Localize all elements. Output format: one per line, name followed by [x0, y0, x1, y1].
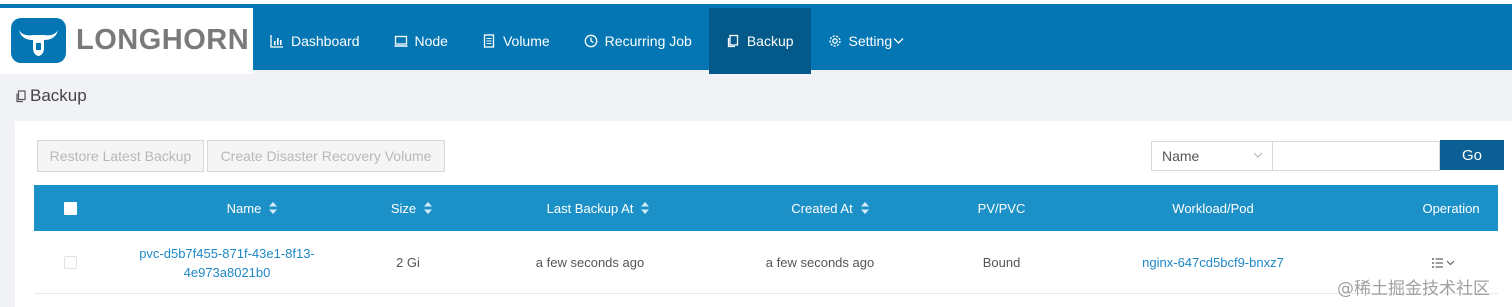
top-header: LONGHORN Dashboard Node Volume Recurring… — [0, 0, 1512, 74]
watermark-text: @稀土掘金技术社区 — [1337, 279, 1490, 299]
nav-item-recurring-job[interactable]: Recurring Job — [567, 8, 709, 74]
column-header-size[interactable]: Size — [354, 185, 469, 231]
go-button[interactable]: Go — [1440, 140, 1504, 170]
pv-pvc-status-cell: Bound — [982, 255, 1021, 270]
column-header-pv-pvc: PV/PVC — [977, 200, 1026, 216]
created-at-cell: a few seconds ago — [765, 255, 875, 270]
column-header-label: Created At — [791, 200, 853, 216]
nav-item-label: Setting — [848, 33, 893, 49]
filter-select[interactable]: Name — [1151, 141, 1273, 171]
column-header-last-backup-at[interactable]: Last Backup At — [492, 185, 704, 231]
backup-name-line1: pvc-d5b7f455-871f-43e1-8f13- — [139, 245, 315, 261]
monitor-icon — [394, 35, 407, 47]
copy-icon — [727, 34, 738, 48]
sort-icon — [860, 202, 869, 214]
table-row: pvc-d5b7f455-871f-43e1-8f13- 4e973a8021b… — [34, 231, 1498, 294]
restore-latest-backup-button[interactable]: Restore Latest Backup — [37, 140, 204, 172]
clock-icon — [584, 34, 598, 48]
nav-item-volume[interactable]: Volume — [465, 8, 567, 74]
column-header-name[interactable]: Name — [160, 185, 344, 231]
page-title: Backup — [15, 86, 87, 106]
nav-item-label: Recurring Job — [604, 33, 692, 49]
nav-item-label: Volume — [502, 33, 550, 49]
select-all-checkbox[interactable] — [64, 202, 77, 215]
nav-item-backup[interactable]: Backup — [708, 8, 811, 74]
nav-item-setting[interactable]: Setting — [811, 8, 922, 74]
column-header-workload-pod: Workload/Pod — [1172, 200, 1254, 216]
workload-pod-link[interactable]: nginx-647cd5bcf9-bnxz7 — [1122, 231, 1304, 294]
nav-item-dashboard[interactable]: Dashboard — [253, 8, 377, 74]
chevron-down-icon — [1253, 152, 1263, 158]
main-nav: Dashboard Node Volume Recurring Job Back… — [253, 8, 921, 74]
nav-item-node[interactable]: Node — [377, 8, 465, 74]
sort-icon — [641, 202, 650, 214]
list-icon — [483, 34, 495, 48]
create-dr-volume-button[interactable]: Create Disaster Recovery Volume — [207, 140, 445, 172]
logo[interactable]: LONGHORN — [0, 8, 253, 74]
sort-icon — [269, 202, 278, 214]
row-checkbox[interactable] — [64, 256, 77, 269]
longhorn-logo-icon — [11, 18, 66, 63]
chevron-down-icon — [893, 38, 904, 44]
column-header-created-at[interactable]: Created At — [724, 185, 936, 231]
filter-select-value: Name — [1162, 148, 1200, 164]
search-input[interactable] — [1273, 141, 1440, 171]
gear-icon — [828, 35, 841, 47]
copy-icon — [16, 89, 26, 102]
backup-name-link[interactable]: pvc-d5b7f455-871f-43e1-8f13- 4e973a8021b… — [130, 231, 324, 294]
chart-icon — [270, 35, 283, 48]
table-header: Name Size Last Backup At Created At PV/P… — [34, 185, 1498, 231]
page-title-text: Backup — [30, 86, 87, 105]
column-header-label: Last Backup At — [546, 200, 634, 216]
sort-icon — [424, 202, 433, 214]
column-header-operation: Operation — [1422, 200, 1480, 216]
backup-name-line2: 4e973a8021b0 — [183, 264, 271, 280]
operation-menu-icon[interactable] — [1431, 256, 1459, 270]
nav-item-label: Dashboard — [291, 33, 360, 49]
logo-text: LONGHORN — [76, 24, 250, 56]
column-header-label: Name — [226, 200, 262, 216]
nav-item-label: Node — [414, 33, 448, 49]
column-header-label: Size — [390, 200, 417, 216]
nav-item-label: Backup — [746, 33, 794, 49]
last-backup-at-cell: a few seconds ago — [535, 255, 645, 270]
size-cell: 2 Gi — [396, 255, 420, 270]
